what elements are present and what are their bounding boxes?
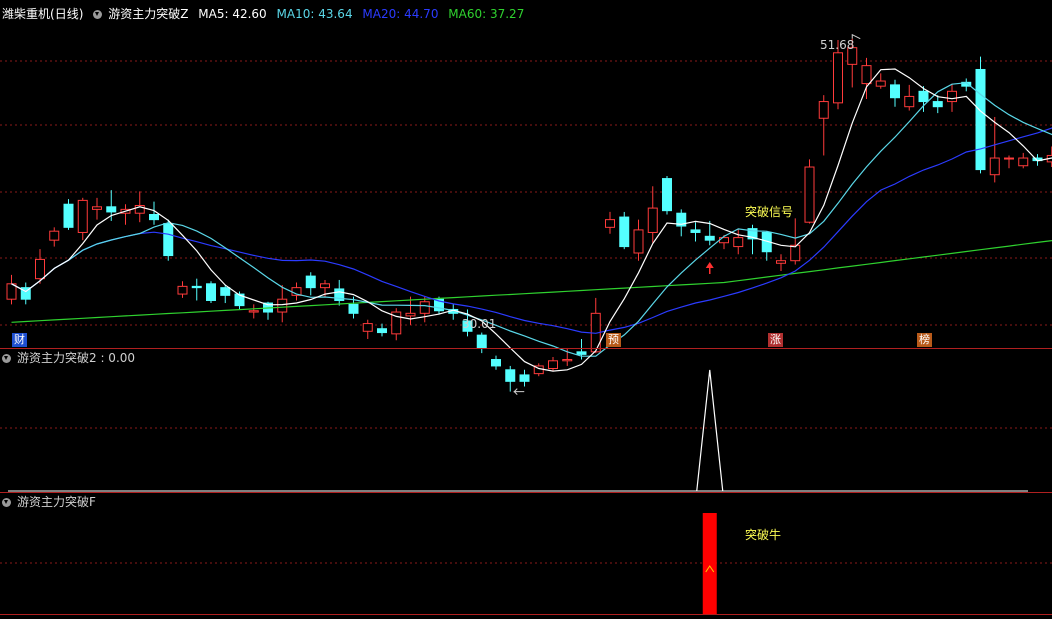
candle-body: [35, 258, 45, 280]
sub-panel-1-plot: [8, 369, 1028, 492]
candle-body: [790, 244, 801, 262]
sub1-spike: [696, 369, 724, 492]
candle-body: [932, 101, 943, 108]
candle-body: [890, 84, 900, 99]
candle-body: [619, 216, 630, 248]
event-tag-finance[interactable]: 财: [12, 333, 27, 347]
event-tag-limit-up[interactable]: 涨: [768, 333, 783, 347]
candle-body: [362, 323, 373, 332]
grid-lines: [0, 60, 1052, 564]
candle-body: [177, 285, 188, 295]
candle-body: [690, 229, 701, 233]
candle-body: [106, 206, 117, 213]
candle-body: [348, 303, 359, 314]
candle-body: [989, 157, 1000, 176]
candle-body: [633, 229, 644, 254]
sub1-menu-icon[interactable]: [2, 354, 11, 363]
candle-body: [419, 301, 430, 314]
candle-body: [248, 310, 259, 313]
candle-body: [163, 222, 174, 257]
low-price-label: 30.01: [462, 317, 497, 331]
candles: [6, 38, 1052, 392]
candle-body: [63, 203, 74, 228]
panel-separator-2: [0, 492, 1052, 493]
candle-body: [320, 283, 330, 289]
kline-chart[interactable]: [0, 0, 1052, 619]
candle-body: [206, 283, 216, 301]
sub-panel-1-header: 游资主力突破2 : 0.00: [2, 350, 141, 366]
low-pointer: [513, 388, 525, 395]
candle-body: [1018, 157, 1029, 167]
event-tag-forecast[interactable]: 预: [606, 333, 621, 347]
candle-body: [776, 260, 786, 264]
candle-body: [149, 214, 159, 221]
ma-lines: [11, 68, 1052, 372]
candle-body: [904, 95, 915, 108]
bottom-border: [0, 614, 1052, 615]
candle-body: [861, 65, 872, 85]
candle-body: [405, 312, 416, 317]
sub2-signal-bar: [702, 513, 717, 614]
sub2-menu-icon[interactable]: [2, 498, 11, 507]
candle-body: [662, 178, 672, 212]
candle-body: [704, 235, 715, 241]
candle-body: [647, 207, 658, 233]
signal-arrow-head: [705, 262, 714, 268]
candle-body: [733, 237, 744, 248]
candle-body: [377, 328, 387, 334]
signal-label: 突破信号: [745, 205, 794, 219]
candle-body: [562, 359, 573, 362]
candle-body: [918, 90, 929, 103]
candle-body: [975, 68, 986, 171]
candle-body: [220, 287, 231, 296]
candle-body: [505, 369, 516, 382]
candle-body: [605, 219, 615, 228]
bull-label: 突破牛: [745, 528, 782, 542]
candle-body: [277, 298, 288, 313]
candle-body: [1004, 157, 1014, 160]
candle-body: [833, 52, 843, 104]
candle-body: [92, 206, 102, 210]
candle-body: [191, 285, 202, 289]
candle-body: [77, 199, 88, 233]
candle-body: [947, 90, 957, 103]
candle-body: [804, 166, 815, 223]
ma5-line: [11, 68, 1052, 372]
candle-body: [491, 359, 501, 367]
candle-body: [519, 374, 530, 382]
sub-panel-2-plot: [702, 513, 717, 614]
sub2-title[interactable]: 游资主力突破F: [17, 495, 96, 509]
candle-body: [818, 101, 829, 119]
sub-panel-2-header: 游资主力突破F: [2, 494, 102, 510]
candle-body: [305, 275, 316, 289]
event-tag-ranking[interactable]: 榜: [917, 333, 932, 347]
candle-body: [49, 230, 60, 241]
candle-body: [875, 80, 886, 87]
high-price-label: 51.68: [820, 38, 855, 52]
candle-body: [576, 351, 587, 355]
sub1-title[interactable]: 游资主力突破2 : 0.00: [17, 351, 135, 365]
candle-body: [548, 360, 558, 369]
candle-body: [476, 334, 487, 349]
panel-separator-1: [0, 348, 1052, 349]
